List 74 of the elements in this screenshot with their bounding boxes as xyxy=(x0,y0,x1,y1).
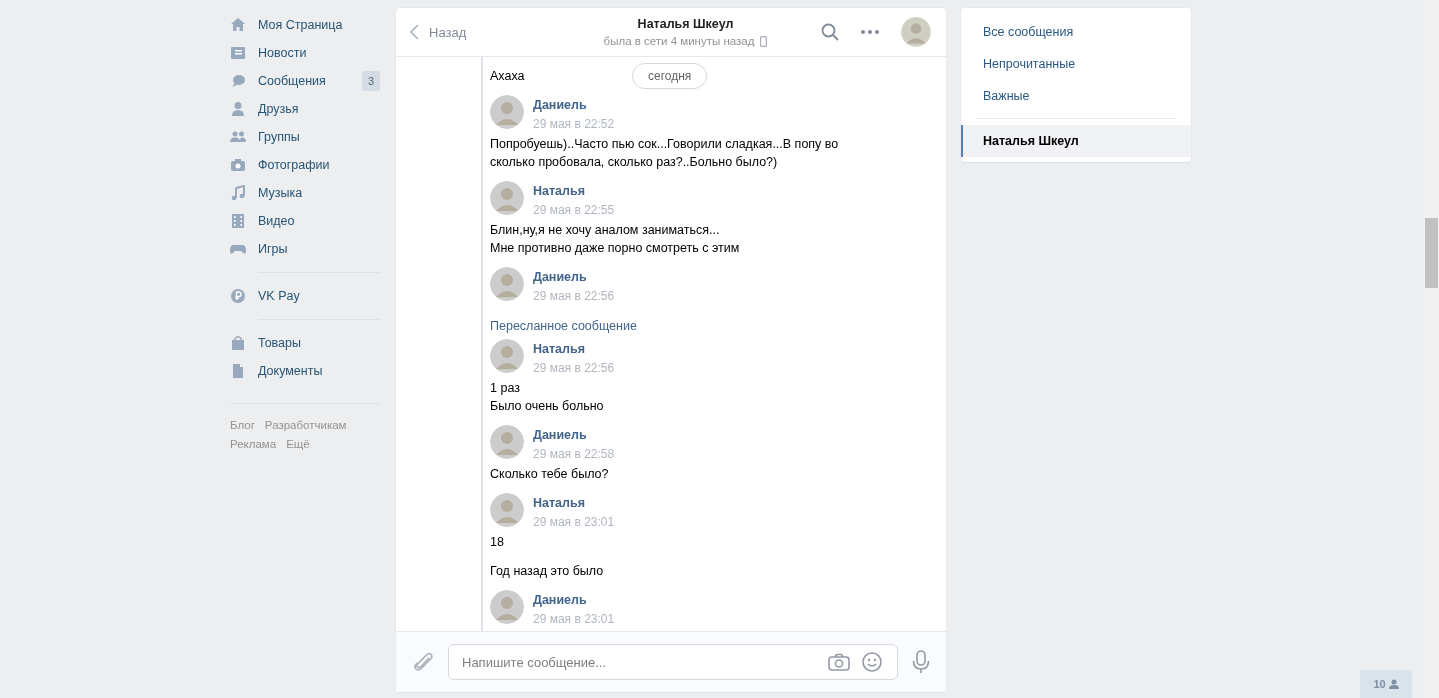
nav-icon xyxy=(230,185,246,201)
author-name[interactable]: Даниель xyxy=(533,270,615,284)
search-icon[interactable] xyxy=(821,23,839,41)
message-time: 29 мая в 23:01 xyxy=(533,612,615,626)
avatar xyxy=(490,493,524,527)
more-icon[interactable] xyxy=(861,30,879,34)
filter-item[interactable]: Все сообщения xyxy=(961,16,1191,48)
nav-icon xyxy=(230,45,246,61)
nav-item[interactable]: VK Pay xyxy=(230,282,380,310)
message-time: 29 мая в 23:01 xyxy=(533,515,615,529)
nav-icon xyxy=(230,335,246,351)
phone-icon xyxy=(760,35,768,47)
nav-item[interactable]: Друзья xyxy=(230,95,380,123)
avatar xyxy=(490,590,524,624)
message-text: 18 xyxy=(490,534,504,551)
avatar xyxy=(490,95,524,129)
message-text: Попробуешь)..Часто пью сок...Говорили сладкая...В попу во сколько пробовала, сколько раз?..Больно было?) xyxy=(490,136,840,171)
nav-icon xyxy=(230,101,246,117)
nav-icon xyxy=(230,129,246,145)
message-input[interactable]: Напишите сообщение... xyxy=(448,644,898,680)
paperclip-icon[interactable] xyxy=(414,651,434,673)
avatar xyxy=(490,339,524,373)
nav-item[interactable]: Игры xyxy=(230,235,380,263)
person-icon xyxy=(1388,679,1399,689)
message-text: Блин,ну,я не хочу аналом заниматься... Мне противно даже порно смотреть с этим xyxy=(490,222,740,257)
message-text: Год назад это было xyxy=(490,563,604,580)
nav-icon xyxy=(230,17,246,33)
author-name[interactable]: Наталья xyxy=(533,496,615,510)
nav-item[interactable]: Сообщения 3 xyxy=(230,67,380,95)
dialog-item[interactable]: Наталья Шкеул xyxy=(961,125,1191,157)
smiley-icon[interactable] xyxy=(862,652,882,672)
nav-item[interactable]: Моя Страница xyxy=(230,11,380,39)
nav-icon xyxy=(230,213,246,229)
author-name[interactable]: Наталья xyxy=(533,184,615,198)
nav-item[interactable]: Новости xyxy=(230,39,380,67)
message-time: 29 мая в 22:52 xyxy=(533,117,615,131)
author-name[interactable]: Даниель xyxy=(533,98,615,112)
online-status: была в сети 4 минуты назад xyxy=(603,35,755,47)
filter-item[interactable]: Непрочитанные xyxy=(961,48,1191,80)
avatar xyxy=(490,425,524,459)
nav-icon xyxy=(230,73,246,89)
avatar xyxy=(901,17,931,47)
message-time: 29 мая в 22:56 xyxy=(533,361,615,375)
nav-icon xyxy=(230,288,246,304)
nav-item[interactable]: Документы xyxy=(230,357,380,385)
back-button[interactable]: Назад xyxy=(410,24,560,40)
message-time: 29 мая в 22:56 xyxy=(533,289,615,303)
nav-item[interactable]: Товары xyxy=(230,329,380,357)
chat-title[interactable]: Наталья Шкеул xyxy=(570,17,801,31)
avatar xyxy=(490,267,524,301)
author-name[interactable]: Даниель xyxy=(533,428,615,442)
avatar xyxy=(490,181,524,215)
nav-item[interactable]: Музыка xyxy=(230,179,380,207)
author-name[interactable]: Даниель xyxy=(533,593,615,607)
message-time: 29 мая в 22:58 xyxy=(533,447,615,461)
nav-icon xyxy=(230,363,246,379)
message-time: 29 мая в 22:55 xyxy=(533,203,615,217)
microphone-icon[interactable] xyxy=(912,650,930,674)
scrollbar[interactable] xyxy=(1424,0,1439,698)
scrollbar-thumb[interactable] xyxy=(1425,218,1438,288)
camera-icon[interactable] xyxy=(828,653,850,671)
nav-item[interactable]: Группы xyxy=(230,123,380,151)
author-name[interactable]: Наталья xyxy=(533,342,615,356)
date-pill: сегодня xyxy=(632,63,708,89)
unread-count: 3 xyxy=(361,71,380,91)
forwarded-label: Пересланное сообщение xyxy=(490,319,638,333)
nav-item[interactable]: Видео xyxy=(230,207,380,235)
message-text: Сколько тебе было? xyxy=(490,466,609,483)
message-text: Ахаха xyxy=(490,68,525,85)
nav-item[interactable]: Фотографии xyxy=(230,151,380,179)
chevron-left-icon xyxy=(410,24,419,40)
message-text: 1 раз Было очень больно xyxy=(490,380,604,415)
filter-item[interactable]: Важные xyxy=(961,80,1191,112)
nav-icon xyxy=(230,157,246,173)
